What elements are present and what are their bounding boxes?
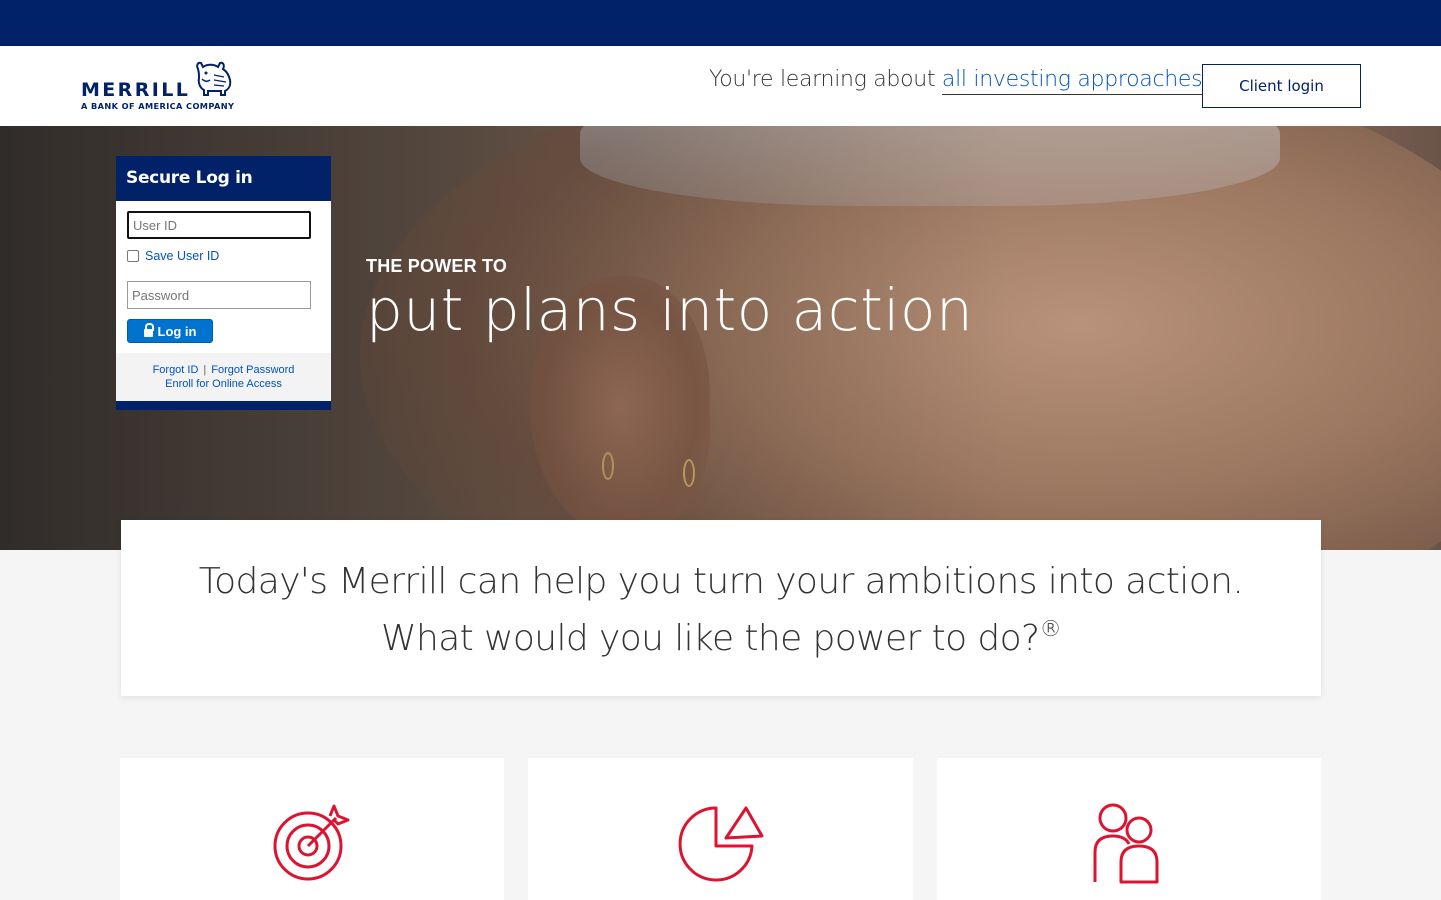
password-input[interactable]	[127, 281, 311, 309]
forgot-id-link[interactable]: Forgot ID	[153, 364, 199, 376]
pie-chart-icon	[678, 806, 764, 882]
learning-prefix: You're learning about	[709, 67, 942, 92]
investing-approach-dropdown[interactable]: all investing approaches	[941, 67, 1228, 95]
target-icon	[273, 804, 350, 881]
feature-card-portfolio[interactable]	[528, 758, 913, 900]
people-icon	[1093, 803, 1159, 884]
investing-approach-value: all investing approaches	[941, 67, 1203, 92]
learning-selector: You're learning about all investing appr…	[709, 67, 1228, 95]
link-separator: |	[203, 364, 207, 376]
intro-text: Today's Merrill can help you turn your a…	[198, 561, 1244, 659]
user-id-input[interactable]	[127, 211, 311, 239]
save-user-id-row[interactable]: Save User ID	[127, 249, 219, 263]
login-help-links: Forgot ID | Forgot Password Enroll for Onl…	[116, 353, 331, 401]
forgot-password-link[interactable]: Forgot Password	[211, 364, 294, 376]
hero-eyebrow: THE POWER TO	[366, 256, 508, 276]
intro-text-block: Today's Merrill can help you turn your a…	[161, 558, 1281, 663]
hero-title: put plans into action	[366, 276, 974, 344]
top-bar	[0, 0, 1441, 46]
secure-login-panel: Secure Log in Save User ID Log in Forgot…	[116, 156, 331, 410]
save-user-id-checkbox[interactable]	[127, 250, 139, 262]
lock-icon	[143, 323, 154, 337]
login-heading: Secure Log in	[116, 156, 331, 201]
login-button[interactable]: Log in	[127, 319, 213, 343]
client-login-button[interactable]: Client login	[1202, 64, 1361, 108]
site-header: MERRILL A BANK OF AMERICA COMPANY You're…	[0, 46, 1441, 126]
save-user-id-label[interactable]: Save User ID	[145, 249, 219, 263]
registered-mark: ®	[1039, 617, 1062, 642]
logo-tagline: A BANK OF AMERICA COMPANY	[81, 101, 235, 111]
bull-icon	[196, 61, 232, 96]
feature-card-goals[interactable]	[120, 758, 504, 900]
merrill-logo[interactable]: MERRILL A BANK OF AMERICA COMPANY	[81, 61, 251, 113]
intro-panel: Today's Merrill can help you turn your a…	[121, 520, 1321, 696]
feature-card-people[interactable]	[937, 758, 1321, 900]
enroll-online-access-link[interactable]: Enroll for Online Access	[165, 378, 282, 390]
logo-wordmark: MERRILL	[81, 79, 191, 101]
login-button-label: Log in	[157, 323, 197, 339]
